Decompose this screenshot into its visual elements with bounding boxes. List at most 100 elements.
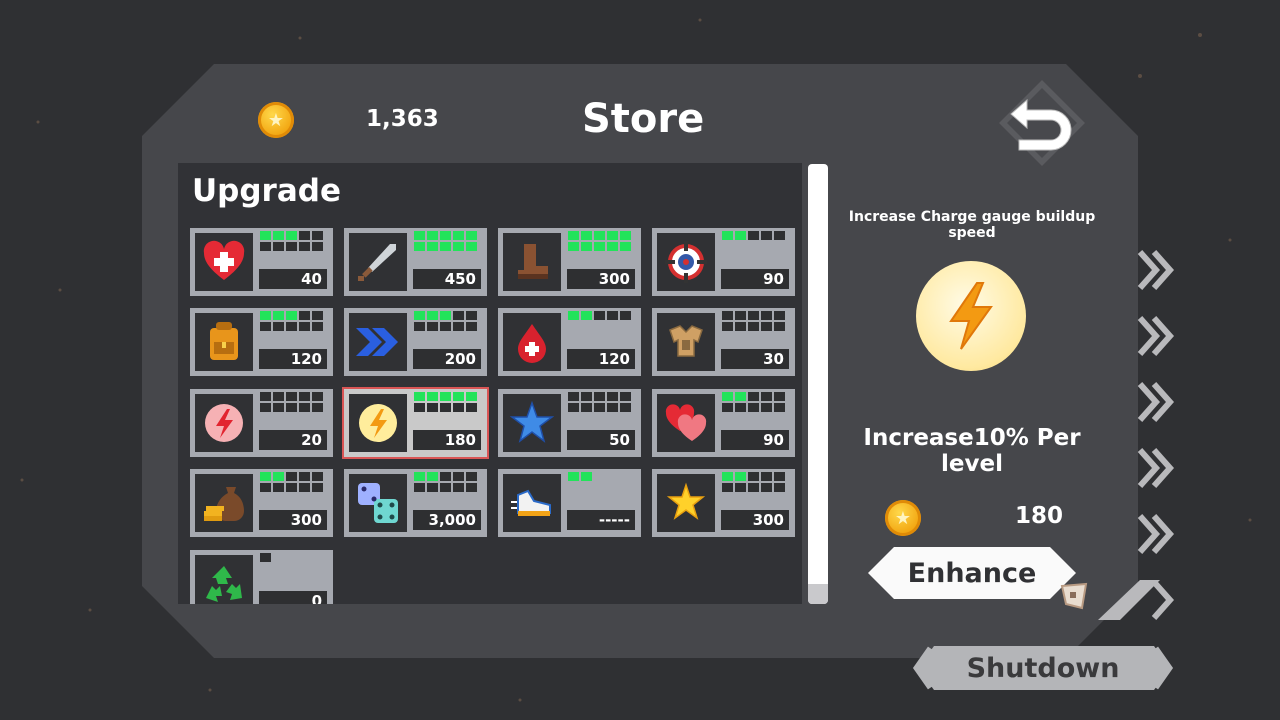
dice-icon <box>349 474 407 532</box>
enhance-button[interactable]: Enhance <box>868 547 1076 599</box>
upgrade-card[interactable]: 90 <box>652 228 795 296</box>
upgrade-cost: 180 <box>1015 503 1064 529</box>
upgrade-effect: Increase10% Per level <box>863 425 1081 477</box>
level-pip <box>440 403 451 412</box>
level-pip <box>427 472 438 481</box>
level-pip <box>427 231 438 240</box>
level-pip <box>735 472 746 481</box>
level-pip <box>299 483 310 492</box>
level-pip <box>735 322 746 331</box>
level-pip <box>286 231 297 240</box>
level-pips <box>260 392 326 412</box>
level-pip <box>620 403 631 412</box>
level-pip <box>761 322 772 331</box>
level-pip <box>260 311 271 320</box>
level-pip <box>414 231 425 240</box>
hearts-icon <box>657 394 715 452</box>
level-pip <box>312 311 323 320</box>
level-pip <box>286 472 297 481</box>
upgrade-card[interactable]: 0 <box>190 550 333 604</box>
sword-icon <box>349 233 407 291</box>
armor-icon <box>657 313 715 371</box>
upgrade-price: 30 <box>721 349 789 369</box>
level-pip <box>581 231 592 240</box>
chevron-right-icon[interactable] <box>1136 446 1176 490</box>
level-pip <box>774 403 785 412</box>
upgrade-card[interactable]: ----- <box>498 469 641 537</box>
upgrade-card[interactable]: 120 <box>498 308 641 376</box>
level-pip <box>260 322 271 331</box>
level-pip <box>286 403 297 412</box>
upgrade-card[interactable]: 3,000 <box>344 469 487 537</box>
level-pip <box>453 403 464 412</box>
upgrade-price: 40 <box>259 269 327 289</box>
level-pip <box>260 472 271 481</box>
level-pip <box>761 311 772 320</box>
level-pip <box>273 392 284 401</box>
level-pip <box>414 403 425 412</box>
level-pip <box>748 403 759 412</box>
upgrade-card[interactable]: 50 <box>498 389 641 457</box>
upgrade-price: 300 <box>567 269 635 289</box>
level-pip <box>774 483 785 492</box>
upgrade-card[interactable]: 30 <box>652 308 795 376</box>
upgrade-list[interactable]: Upgrade 40 450 300 90 120 200 120 30 20 180 50 90 30… <box>178 163 802 604</box>
enhance-label: Enhance <box>907 557 1037 589</box>
level-pips <box>414 311 480 331</box>
upgrade-card[interactable]: 120 <box>190 308 333 376</box>
level-pip <box>581 403 592 412</box>
level-pip <box>568 403 579 412</box>
lightning-pink-icon <box>195 394 253 452</box>
level-pip <box>466 231 477 240</box>
coin-icon: ★ <box>258 102 294 138</box>
upgrade-card[interactable]: 300 <box>498 228 641 296</box>
level-pip <box>748 392 759 401</box>
level-pip <box>620 242 631 251</box>
level-pip <box>774 311 785 320</box>
level-pips <box>260 472 326 492</box>
level-pip <box>286 322 297 331</box>
level-pip <box>260 403 271 412</box>
chevron-right-icon[interactable] <box>1136 380 1176 424</box>
level-pip <box>466 472 477 481</box>
level-pip <box>440 483 451 492</box>
scrollbar-thumb[interactable] <box>808 584 828 604</box>
level-pip <box>260 231 271 240</box>
level-pips <box>722 311 788 331</box>
upgrade-card[interactable]: 200 <box>344 308 487 376</box>
level-pip <box>312 483 323 492</box>
chevron-right-icon[interactable] <box>1136 248 1176 292</box>
level-pip <box>273 231 284 240</box>
upgrade-card[interactable]: 450 <box>344 228 487 296</box>
level-pip <box>594 392 605 401</box>
level-pip <box>607 392 618 401</box>
level-pips <box>414 392 480 412</box>
back-button[interactable] <box>997 78 1087 168</box>
level-pip <box>286 392 297 401</box>
level-pips <box>568 392 634 412</box>
upgrade-card[interactable]: 40 <box>190 228 333 296</box>
shutdown-button[interactable]: Shutdown <box>912 642 1174 694</box>
upgrade-card[interactable]: 300 <box>652 469 795 537</box>
backpack-icon <box>195 313 253 371</box>
level-pip <box>607 242 618 251</box>
level-pip <box>440 322 451 331</box>
upgrade-card[interactable]: 300 <box>190 469 333 537</box>
level-pip <box>722 403 733 412</box>
level-pips <box>568 231 634 251</box>
level-pip <box>312 392 323 401</box>
upgrade-card[interactable]: 20 <box>190 389 333 457</box>
upgrade-description: Increase Charge gauge buildup speed <box>848 209 1096 241</box>
upgrade-card[interactable]: 90 <box>652 389 795 457</box>
upgrade-card[interactable]: 180 <box>342 387 489 459</box>
chevron-right-icon[interactable] <box>1136 314 1176 358</box>
level-pip <box>607 231 618 240</box>
level-pip <box>453 322 464 331</box>
chevron-right-icon[interactable] <box>1136 512 1176 556</box>
upgrade-price: 50 <box>567 430 635 450</box>
chevron-right-icon[interactable] <box>1096 578 1176 622</box>
scrollbar[interactable] <box>808 164 828 604</box>
upgrade-price: 200 <box>413 349 481 369</box>
level-pip <box>594 403 605 412</box>
level-pip <box>466 403 477 412</box>
